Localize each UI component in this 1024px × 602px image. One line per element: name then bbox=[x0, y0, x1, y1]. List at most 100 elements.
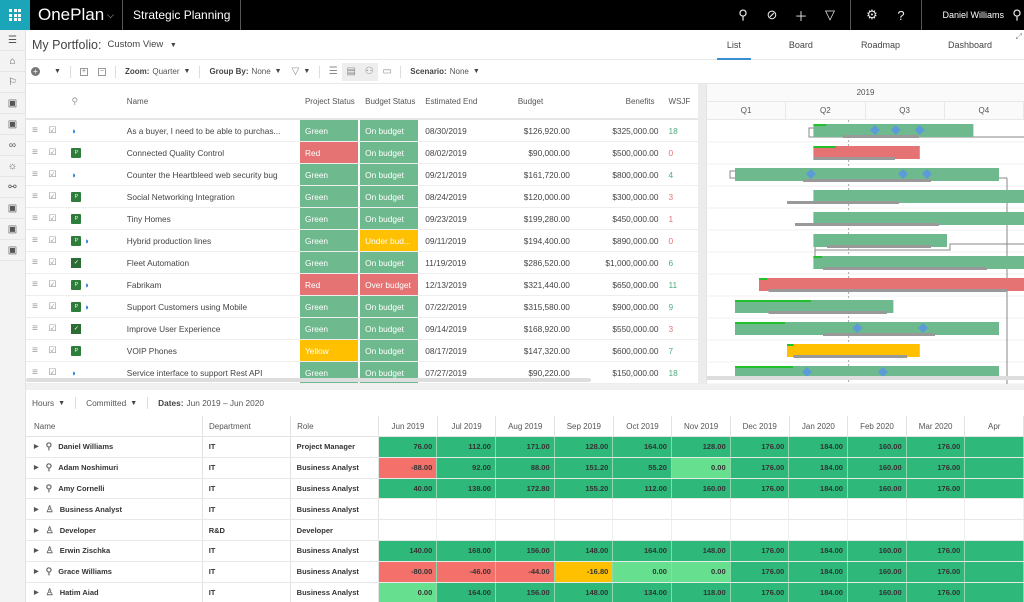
item-name[interactable]: VOIP Phones bbox=[111, 346, 300, 356]
capacity-cell[interactable]: 160.00 bbox=[847, 582, 907, 602]
capacity-cell[interactable]: 156.00 bbox=[495, 582, 555, 602]
budget-status-badge[interactable]: On budget bbox=[360, 142, 419, 163]
tab-dashboard[interactable]: Dashboard bbox=[924, 30, 1016, 60]
clipboard-icon[interactable]: ▣ bbox=[0, 93, 25, 114]
capacity-cell[interactable] bbox=[495, 499, 555, 520]
capacity-cell[interactable] bbox=[554, 520, 614, 540]
capacity-cell[interactable]: 128.00 bbox=[671, 437, 731, 457]
expand-icon[interactable]: ⤢ bbox=[1016, 32, 1022, 42]
budget-status-badge[interactable]: Over budget bbox=[360, 274, 419, 295]
capacity-cell[interactable] bbox=[789, 520, 848, 540]
baseline-bar[interactable] bbox=[768, 289, 1007, 292]
grid-row[interactable]: ≡ ☑ ◗ Counter the Heartbleed web security b… bbox=[26, 164, 698, 186]
strategy-icon[interactable]: ⚐ bbox=[0, 72, 25, 93]
capacity-cell[interactable]: -46.00 bbox=[437, 561, 496, 582]
checkbox[interactable]: ☑ bbox=[44, 257, 62, 268]
dates-range[interactable]: Dates: Jun 2019 – Jun 2020 bbox=[158, 398, 264, 408]
capacity-cell[interactable] bbox=[378, 520, 438, 540]
resource-name[interactable]: Daniel Williams bbox=[58, 442, 113, 451]
capacity-cell[interactable]: 0.00 bbox=[613, 561, 672, 582]
capacity-cell[interactable] bbox=[965, 478, 1024, 499]
resource-row[interactable]: ▶ ⚲ Daniel Williams IT Project Manager 76.00 1… bbox=[26, 437, 1024, 458]
grid-row[interactable]: ≡ ☑ ◗ As a buyer, I need to be able to purc… bbox=[26, 120, 698, 142]
baseline-bar[interactable] bbox=[793, 355, 907, 358]
resource-name[interactable]: Business Analyst bbox=[60, 505, 122, 514]
project-status-badge[interactable]: Green bbox=[299, 252, 359, 273]
project-status-badge[interactable]: Green bbox=[299, 186, 359, 207]
filter-icon[interactable]: ▽ bbox=[815, 7, 844, 23]
scenario-dropdown[interactable]: Scenario: None ▼ bbox=[410, 67, 480, 76]
checkbox[interactable]: ☑ bbox=[44, 235, 62, 246]
capacity-cell[interactable]: 172.80 bbox=[495, 478, 555, 499]
capacity-cell[interactable]: 128.00 bbox=[554, 437, 614, 457]
help-icon[interactable]: ? bbox=[886, 8, 915, 23]
tab-list[interactable]: List bbox=[703, 30, 765, 60]
capacity-cell[interactable]: -88.00 bbox=[378, 457, 438, 478]
home-icon[interactable]: ⌂ bbox=[0, 51, 25, 72]
capacity-cell[interactable]: 164.00 bbox=[613, 437, 672, 457]
capacity-cell[interactable] bbox=[965, 561, 1024, 582]
expand-row-icon[interactable]: ▶ bbox=[34, 464, 39, 471]
lightbulb-icon[interactable]: ☼ bbox=[0, 156, 25, 177]
baseline-bar[interactable] bbox=[823, 333, 935, 336]
capacity-cell[interactable]: 176.00 bbox=[730, 561, 790, 582]
money-icon[interactable]: ▭ bbox=[378, 63, 396, 81]
add-button[interactable]: + bbox=[31, 67, 40, 76]
capacity-cell[interactable]: 160.00 bbox=[847, 540, 907, 561]
capacity-cell[interactable]: 0.00 bbox=[378, 582, 438, 602]
capacity-cell[interactable] bbox=[965, 540, 1024, 561]
grid-row[interactable]: ≡ ☑ ✓ Fleet Automation Green On budget 11/19/2… bbox=[26, 252, 698, 274]
capacity-cell[interactable]: 168.00 bbox=[437, 540, 496, 561]
checkbox[interactable]: ☑ bbox=[44, 301, 62, 312]
project-status-badge[interactable]: Green bbox=[299, 208, 359, 229]
capacity-cell[interactable]: 112.00 bbox=[613, 478, 672, 499]
item-name[interactable]: Tiny Homes bbox=[111, 214, 300, 224]
resource-name[interactable]: Erwin Zischka bbox=[60, 546, 110, 555]
resource-row[interactable]: ▶ ⚲ Amy Cornelli IT Business Analyst 40.00 138… bbox=[26, 478, 1024, 500]
budget-status-badge[interactable]: On budget bbox=[360, 120, 419, 141]
goal-icon[interactable]: ⊘ bbox=[757, 7, 786, 23]
groupby-dropdown[interactable]: Group By: None ▼ bbox=[209, 67, 281, 76]
resource-name[interactable]: Amy Cornelli bbox=[58, 484, 104, 493]
grid-row[interactable]: ≡ ☑ P Connected Quality Control Red On budget… bbox=[26, 142, 698, 164]
capacity-cell[interactable]: 160.00 bbox=[671, 478, 731, 499]
checkbox[interactable]: ☑ bbox=[44, 323, 62, 334]
resource-row[interactable]: ▶ ♙ Erwin Zischka IT Business Analyst 140.00 1… bbox=[26, 540, 1024, 562]
col-name[interactable]: Name bbox=[111, 97, 300, 106]
capacity-cell[interactable]: 151.20 bbox=[554, 457, 614, 478]
budget-status-badge[interactable]: On budget bbox=[360, 186, 419, 207]
capacity-cell[interactable]: 155.20 bbox=[554, 478, 614, 499]
capacity-cell[interactable]: 160.00 bbox=[847, 561, 907, 582]
drag-handle-icon[interactable]: ≡ bbox=[26, 323, 44, 334]
checkbox[interactable]: ☑ bbox=[44, 147, 62, 158]
budget-status-badge[interactable]: On budget bbox=[360, 318, 419, 339]
app-launcher-button[interactable] bbox=[0, 0, 30, 30]
drag-handle-icon[interactable]: ≡ bbox=[26, 279, 44, 290]
resource-row[interactable]: ▶ ⚲ Grace Williams IT Business Analyst -80.00… bbox=[26, 561, 1024, 583]
search-icon[interactable]: ⚲ bbox=[728, 7, 757, 23]
capacity-cell[interactable]: 160.00 bbox=[847, 437, 907, 457]
horizontal-scrollbar[interactable] bbox=[26, 378, 591, 382]
grid-row[interactable]: ≡ ☑ ✓ Improve User Experience Green On budget… bbox=[26, 318, 698, 340]
capacity-cell[interactable]: 176.00 bbox=[906, 561, 966, 582]
clipboard-icon[interactable]: ▣ bbox=[0, 219, 25, 240]
capacity-cell[interactable] bbox=[906, 520, 966, 540]
baseline-bar[interactable] bbox=[787, 201, 899, 204]
resource-row[interactable]: ▶ ⚲ Adam Noshimuri IT Business Analyst -88.00… bbox=[26, 457, 1024, 479]
add-icon[interactable]: ＋ bbox=[786, 6, 815, 25]
budget-status-badge[interactable]: On budget bbox=[360, 296, 419, 317]
capacity-cell[interactable]: 176.00 bbox=[906, 437, 966, 457]
expand-row-icon[interactable]: ▶ bbox=[34, 589, 39, 596]
mode-dropdown[interactable]: Committed ▼ bbox=[86, 398, 137, 408]
item-name[interactable]: Social Networking Integration bbox=[111, 192, 300, 202]
capacity-cell[interactable] bbox=[847, 499, 907, 520]
capacity-cell[interactable] bbox=[789, 499, 848, 520]
item-name[interactable]: Fleet Automation bbox=[111, 258, 300, 268]
capacity-cell[interactable] bbox=[554, 499, 614, 520]
unit-dropdown[interactable]: Hours ▼ bbox=[32, 398, 65, 408]
capacity-cell[interactable]: 0.00 bbox=[671, 561, 731, 582]
capacity-cell[interactable]: -44.00 bbox=[495, 561, 555, 582]
budget-status-badge[interactable]: On budget bbox=[360, 164, 419, 185]
capacity-cell[interactable]: 160.00 bbox=[847, 478, 907, 499]
gantt-view-icon[interactable]: ▤ bbox=[342, 62, 361, 81]
